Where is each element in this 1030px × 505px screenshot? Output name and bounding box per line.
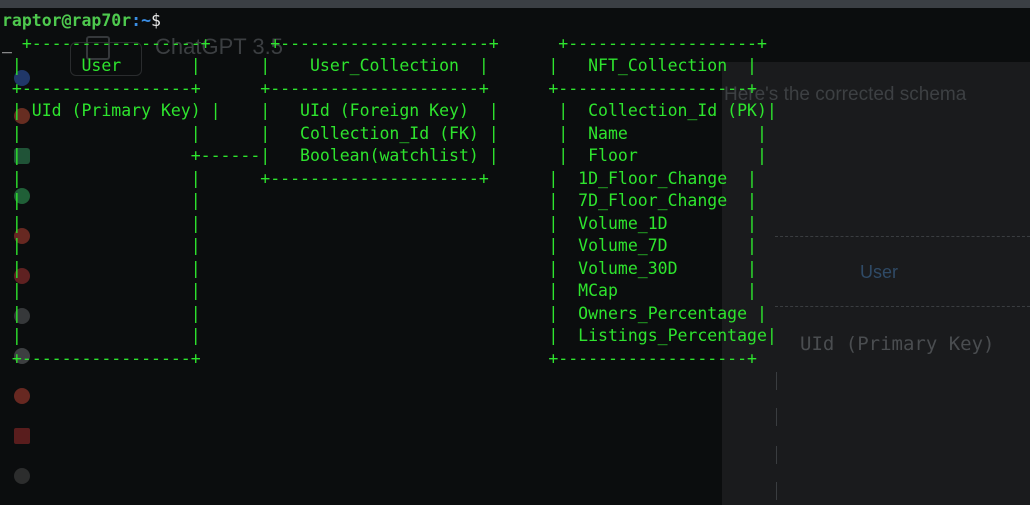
diagram-line: | | | 7D_Floor_Change | <box>2 191 757 210</box>
diagram-line: | | | MCap | <box>2 281 757 300</box>
background-rule <box>776 446 777 464</box>
diagram-line: +-----------------+ +-------------------… <box>11 33 767 53</box>
diagram-line: | UId (Primary Key) | | UId (Foreign Key… <box>2 101 777 120</box>
background-rule <box>776 482 777 500</box>
prompt-line: raptor@rap70r:~$ <box>2 11 161 30</box>
et-icon <box>14 428 30 444</box>
diagram-line: | | | Owners_Percentage | <box>2 303 767 323</box>
background-divider <box>775 236 1030 237</box>
diagram-line: | +------| Boolean(watchlist) | | Floor … <box>2 146 767 165</box>
diagram-line: +-----------------+ +-------------------… <box>2 348 757 368</box>
schema-diagram: +-----------------+ +-------------------… <box>2 34 777 371</box>
diagram-line: | | +---------------------+ | 1D_Floor_C… <box>2 168 757 188</box>
terminal-output: raptor@rap70r:~$ _ +-----------------+ +… <box>2 10 777 370</box>
window-top-bar <box>0 0 1030 8</box>
diagram-line: | | | Volume_30D | <box>2 258 757 278</box>
background-rule <box>776 372 777 390</box>
diagram-line: | | | Volume_1D | <box>2 213 757 233</box>
google-icon <box>14 388 30 404</box>
diagram-line: +-----------------+ +-------------------… <box>2 78 757 98</box>
prompt-user-host: raptor@rap70r <box>2 11 132 30</box>
background-uid-label: UId (Primary Key) <box>800 333 995 355</box>
zx-icon <box>14 468 30 484</box>
diagram-line: | | | Volume_7D | <box>2 236 757 255</box>
background-rule <box>776 408 777 426</box>
diagram-line: | User | | User_Collection | | NFT_Colle… <box>2 56 757 75</box>
background-divider <box>775 306 1030 307</box>
prompt-path: :~ <box>131 11 152 30</box>
prompt-symbol: $ <box>151 11 161 30</box>
terminal-cursor: _ <box>2 33 12 53</box>
diagram-line: | | | Listings_Percentage| <box>2 326 777 345</box>
diagram-line: | | | Collection_Id (FK) | | Name | <box>2 123 767 143</box>
background-user-label: User <box>860 262 899 282</box>
